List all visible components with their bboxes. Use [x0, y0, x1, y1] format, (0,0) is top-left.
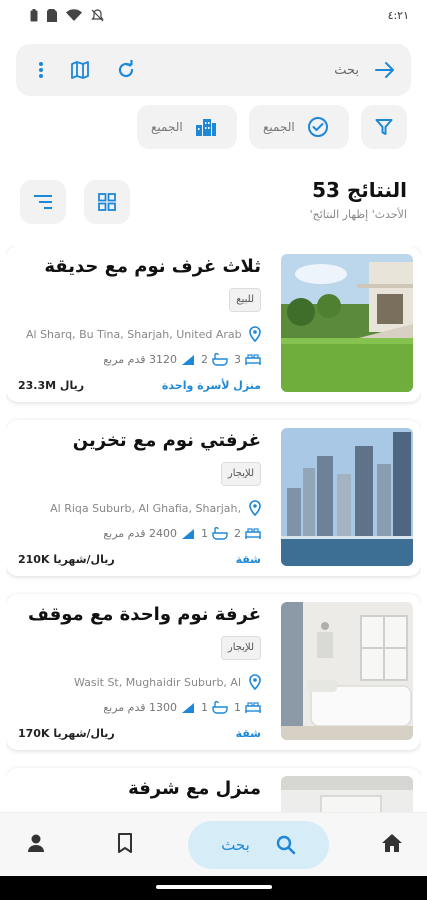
status-time: ٤:٢١ [387, 8, 409, 22]
listing-baths: 2 [201, 353, 208, 366]
bath-icon [212, 701, 228, 714]
profile-nav[interactable] [26, 833, 46, 857]
listing-title: منزل مع شرفة [128, 778, 261, 799]
location-pin-icon [249, 500, 261, 516]
bookmark-icon [118, 833, 132, 853]
sim-icon [47, 8, 57, 22]
bed-icon [245, 701, 261, 713]
filter-button[interactable] [361, 105, 407, 149]
status-icons [30, 8, 104, 22]
status-filter[interactable]: الجميع [249, 105, 349, 149]
sort-icon [34, 195, 52, 209]
listing-type: شقة [235, 553, 261, 566]
search-nav[interactable]: بحث [188, 821, 329, 869]
results-header: 53 النتائج 'الأحدث' إظهار النتائج [310, 178, 407, 221]
bath-icon [212, 353, 228, 366]
listing-type: شقة [235, 727, 261, 740]
listing-photo [281, 428, 413, 566]
listing-title: غرفة نوم واحدة مع موقف [28, 604, 261, 625]
map-icon[interactable] [70, 60, 90, 80]
listing-tag: للإيجار [220, 636, 261, 660]
listing-type: منزل لأسرة واحدة [161, 379, 261, 392]
status-filter-label: الجميع [263, 120, 295, 134]
listing-card[interactable]: منزل مع شرفة [6, 768, 421, 812]
bottom-nav: بحث [0, 812, 427, 876]
home-icon [382, 834, 402, 852]
listing-location: Al Riqa Suburb, Al Ghafia, Sharjah, [50, 501, 241, 515]
filter-row: الجميع الجميع [137, 105, 407, 149]
listing-list[interactable]: ثلاث غرف نوم مع حديقة للبيع Al Sharq, Bu… [6, 246, 421, 812]
listing-area: 2400 قدم مربع [103, 527, 177, 540]
listing-location: Wasit St, Mughaidir Suburb, Al [73, 675, 241, 689]
notifications-off-icon [91, 8, 104, 21]
listing-features: 1 1 1300 قدم مربع [103, 701, 261, 714]
area-icon [182, 528, 194, 539]
listing-baths: 1 [201, 701, 208, 714]
area-icon [182, 354, 194, 365]
listing-features: 3 2 3120 قدم مربع [103, 353, 261, 366]
listing-title: ثلاث غرف نوم مع حديقة [44, 256, 261, 277]
view-controls [20, 180, 130, 224]
listing-tag: للبيع [229, 288, 261, 312]
bed-icon [245, 353, 261, 365]
bed-icon [245, 527, 261, 539]
results-count: 53 النتائج [312, 178, 407, 202]
listing-tag: للإيجار [220, 462, 261, 486]
listing-beds: 3 [234, 353, 241, 366]
home-gesture-bar[interactable] [156, 885, 272, 889]
listing-beds: 1 [234, 701, 241, 714]
property-type-filter-label: الجميع [151, 120, 183, 134]
check-circle-icon [307, 116, 329, 138]
refresh-icon[interactable] [116, 60, 136, 80]
search-icon [276, 835, 296, 855]
saved-nav[interactable] [117, 833, 133, 857]
listing-card[interactable]: غرفتي نوم مع تخزين للإيجار Al Riqa Subur… [6, 420, 421, 576]
listing-beds: 2 [234, 527, 241, 540]
filter-icon [375, 119, 393, 135]
listing-features: 2 1 2400 قدم مربع [103, 527, 261, 540]
person-icon [28, 834, 44, 852]
listing-card[interactable]: غرفة نوم واحدة مع موقف للإيجار Wasit St,… [6, 594, 421, 750]
listing-area: 3120 قدم مربع [103, 353, 177, 366]
listing-baths: 1 [201, 527, 208, 540]
search-input[interactable]: بحث [334, 63, 359, 78]
area-icon [182, 702, 194, 713]
arrow-forward-icon[interactable] [375, 61, 395, 79]
sort-button[interactable] [20, 180, 66, 224]
bath-icon [212, 527, 228, 540]
battery-icon [30, 8, 38, 21]
listing-price: 170K ريال/شهريا [18, 727, 115, 740]
listing-card[interactable]: ثلاث غرف نوم مع حديقة للبيع Al Sharq, Bu… [6, 246, 421, 402]
status-bar: ٤:٢١ [0, 0, 427, 30]
grid-view-icon [98, 193, 116, 211]
listing-price: 210K ريال/شهريا [18, 553, 115, 566]
listing-area: 1300 قدم مربع [103, 701, 177, 714]
listing-photo [281, 602, 413, 740]
system-nav-bar [0, 876, 427, 900]
home-nav[interactable] [381, 833, 403, 857]
listing-title: غرفتي نوم مع تخزين [72, 430, 261, 451]
results-sort-label[interactable]: 'الأحدث' إظهار النتائج [310, 208, 407, 221]
grid-view-button[interactable] [84, 180, 130, 224]
listing-location: Al Sharq, Bu Tina, Sharjah, United Arab [26, 327, 241, 341]
more-vert-icon[interactable] [38, 61, 44, 79]
wifi-icon [66, 9, 82, 21]
location-pin-icon [249, 674, 261, 690]
property-type-filter[interactable]: الجميع [137, 105, 237, 149]
location-pin-icon [249, 326, 261, 342]
listing-photo [281, 776, 413, 812]
listing-photo [281, 254, 413, 392]
search-nav-label: بحث [221, 836, 250, 854]
search-bar[interactable]: بحث [16, 44, 411, 96]
apartment-icon [195, 117, 217, 137]
listing-price: 23.3M ريال [18, 379, 85, 392]
